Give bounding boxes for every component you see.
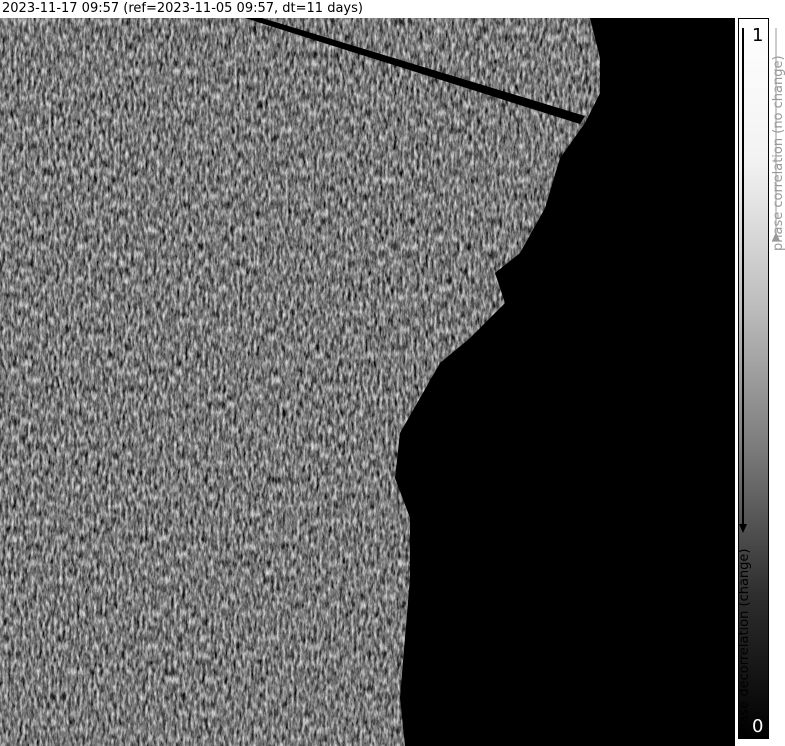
figure: 2023-11-17 09:57 (ref=2023-11-05 09:57, … [0,0,785,746]
colorbar-label-decorrelation: phase decorrelation (change) [737,548,752,740]
colorbar-tick-max: 1 [752,25,764,46]
decorrelation-arrow-icon [739,524,747,533]
decorrelation-arrow-shaft [742,28,744,524]
figure-title: 2023-11-17 09:57 (ref=2023-11-05 09:57, … [2,1,363,16]
coherence-image [0,18,735,746]
colorbar-label-correlation: phase correlation (no change) [771,55,785,251]
colorbar-tick-min: 0 [752,716,764,737]
